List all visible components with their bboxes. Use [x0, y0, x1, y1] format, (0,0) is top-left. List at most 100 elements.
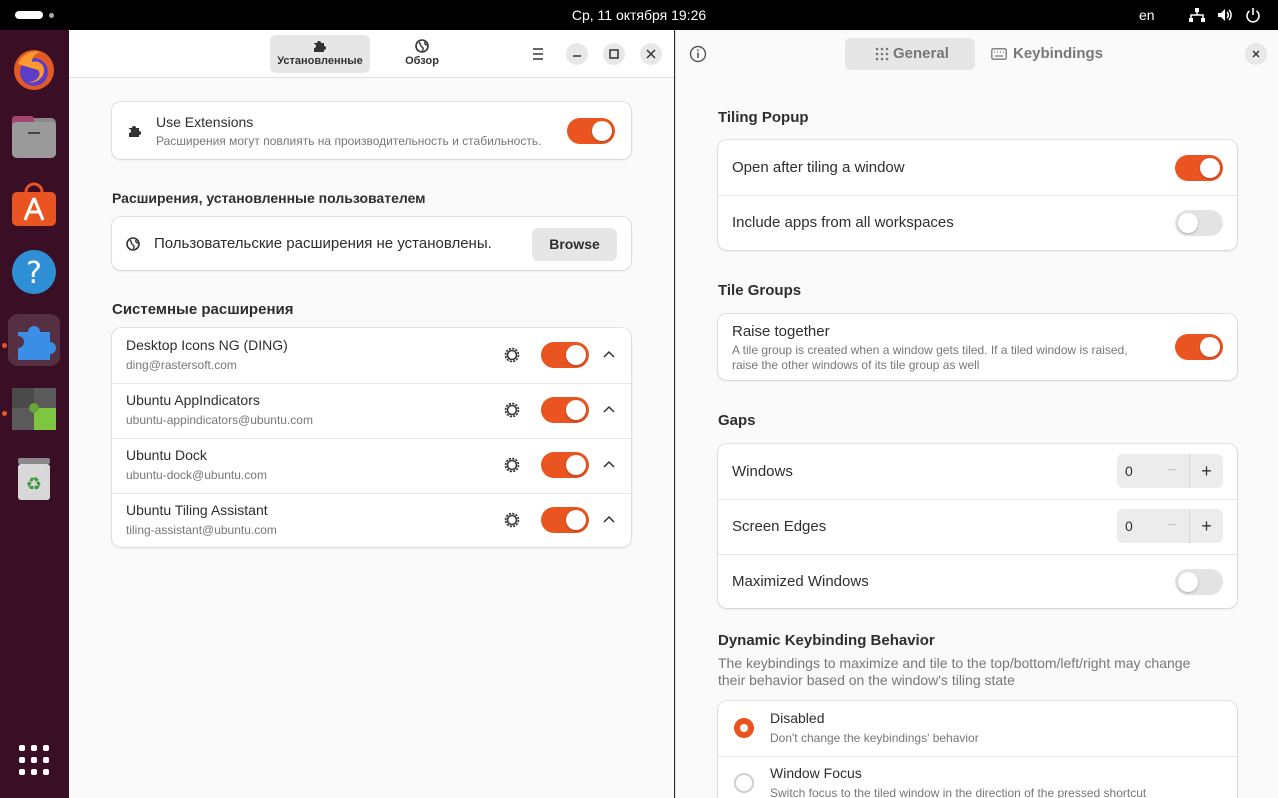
puzzle-icon — [129, 126, 141, 137]
row-separator — [718, 195, 1237, 196]
info-icon[interactable] — [689, 45, 707, 63]
toggle-knob — [566, 510, 586, 530]
windows-gap-decrement-button[interactable]: − — [1155, 454, 1189, 488]
option-window-focus-label: Window Focus — [770, 765, 862, 781]
trash-icon[interactable]: ♻ — [8, 452, 60, 504]
settings-gear-icon[interactable] — [502, 345, 522, 365]
gaps-heading: Gaps — [718, 412, 756, 429]
extension-id: ding@rastersoft.com — [126, 358, 237, 372]
tab-browse-label: Обзор — [405, 55, 439, 67]
extension-toggle[interactable] — [541, 397, 589, 423]
maximize-button[interactable] — [603, 43, 625, 65]
settings-gear-icon[interactable] — [502, 510, 522, 530]
screen-edges-gap-increment-button[interactable]: + — [1189, 509, 1223, 543]
close-button[interactable] — [1245, 43, 1267, 65]
option-disabled-description: Don't change the keybindings' behavior — [770, 731, 979, 745]
settings-gear-icon[interactable] — [502, 455, 522, 475]
close-icon — [646, 49, 656, 59]
main-menu-icon[interactable] — [527, 43, 549, 65]
raise-together-description-line2: raise the other windows of its tile grou… — [732, 358, 980, 372]
settings-gear-icon[interactable] — [502, 400, 522, 420]
raise-together-toggle[interactable] — [1175, 334, 1223, 360]
extension-toggle[interactable] — [541, 342, 589, 368]
chevron-up-icon[interactable] — [602, 458, 616, 472]
tab-keybindings-label: Keybindings — [1013, 45, 1104, 62]
maximized-windows-label: Maximized Windows — [732, 573, 869, 590]
tab-general[interactable]: General — [845, 38, 975, 70]
show-apps-grid-icon[interactable] — [17, 743, 51, 777]
puzzle-icon — [314, 41, 326, 52]
top-bar: Ср, 11 октября 19:26 en — [0, 0, 1278, 30]
extension-row-appindicators[interactable]: Ubuntu AppIndicators ubuntu-appindicator… — [112, 383, 631, 438]
tiling-assistant-preferences-window: General Keybindings Tiling Popup Open af… — [675, 30, 1278, 798]
grid-dots-icon — [875, 47, 889, 61]
clock[interactable]: Ср, 11 октября 19:26 — [572, 7, 706, 23]
close-button[interactable] — [640, 43, 662, 65]
dynamic-keybinding-description-line1: The keybindings to maximize and tile to … — [718, 655, 1191, 671]
power-icon[interactable] — [1244, 6, 1262, 24]
option-disabled-label: Disabled — [770, 710, 825, 726]
tab-keybindings[interactable]: Keybindings — [981, 38, 1106, 70]
dynamic-keybinding-description-line2: their behavior based on the window's til… — [718, 672, 1015, 688]
svg-text:?: ? — [26, 256, 42, 291]
firefox-icon[interactable] — [8, 42, 60, 94]
svg-text:♻: ♻ — [26, 474, 42, 495]
extensions-window: Установленные Обзор Use Extensions Расши… — [69, 30, 674, 798]
help-icon[interactable]: ? — [8, 246, 60, 298]
radio-window-focus[interactable] — [734, 773, 754, 793]
maximize-icon — [609, 49, 619, 59]
row-separator — [718, 554, 1237, 555]
include-all-workspaces-label: Include apps from all workspaces — [732, 214, 954, 231]
raise-together-label: Raise together — [732, 323, 830, 340]
tab-browse[interactable]: Обзор — [372, 35, 472, 73]
extension-name: Ubuntu Dock — [126, 447, 207, 463]
minimize-button[interactable] — [566, 43, 588, 65]
option-disabled-row[interactable]: Disabled Don't change the keybindings' b… — [718, 701, 1237, 756]
gaps-list: Windows 0 − + Screen Edges 0 − + Maximiz… — [718, 444, 1237, 608]
toggle-knob — [1178, 213, 1198, 233]
user-extensions-list: Пользовательские расширения не установле… — [112, 217, 631, 270]
extension-row-tiling-assistant[interactable]: Ubuntu Tiling Assistant tiling-assistant… — [112, 493, 631, 547]
radio-disabled[interactable] — [734, 718, 754, 738]
extensions-app-icon[interactable] — [8, 314, 60, 366]
header-bar: General Keybindings — [676, 30, 1278, 78]
screen-edges-gap-value[interactable]: 0 — [1125, 518, 1133, 534]
extension-toggle[interactable] — [541, 507, 589, 533]
activities-button[interactable] — [15, 11, 54, 19]
chevron-up-icon[interactable] — [602, 403, 616, 417]
screen-edges-gap-decrement-button[interactable]: − — [1155, 509, 1189, 543]
network-icon[interactable] — [1188, 6, 1206, 24]
extension-name: Ubuntu Tiling Assistant — [126, 502, 268, 518]
use-extensions-toggle[interactable] — [567, 118, 615, 144]
maximized-windows-toggle[interactable] — [1175, 569, 1223, 595]
option-window-focus-row[interactable]: Window Focus Switch focus to the tiled w… — [718, 756, 1237, 798]
toggle-knob — [1178, 572, 1198, 592]
browse-button[interactable]: Browse — [532, 228, 617, 261]
extension-manager-icon[interactable] — [8, 382, 60, 434]
app-center-icon[interactable] — [8, 178, 60, 230]
keyboard-layout-indicator[interactable]: en — [1139, 7, 1155, 23]
include-all-workspaces-toggle[interactable] — [1175, 210, 1223, 236]
files-icon[interactable] — [8, 110, 60, 162]
keyboard-icon — [991, 48, 1007, 60]
running-indicator — [2, 343, 7, 348]
tab-installed[interactable]: Установленные — [270, 35, 370, 73]
chevron-up-icon[interactable] — [602, 513, 616, 527]
extension-name: Ubuntu AppIndicators — [126, 392, 260, 408]
volume-icon[interactable] — [1216, 6, 1234, 24]
system-extensions-heading: Системные расширения — [112, 301, 294, 318]
close-icon — [1252, 50, 1260, 58]
no-user-extensions-text: Пользовательские расширения не установле… — [154, 235, 492, 252]
open-after-tiling-toggle[interactable] — [1175, 155, 1223, 181]
extension-id: ubuntu-appindicators@ubuntu.com — [126, 413, 313, 427]
extension-row-dock[interactable]: Ubuntu Dock ubuntu-dock@ubuntu.com — [112, 438, 631, 493]
extension-toggle[interactable] — [541, 452, 589, 478]
windows-gap-label: Windows — [732, 463, 793, 480]
windows-gap-value[interactable]: 0 — [1125, 463, 1133, 479]
extension-row-ding[interactable]: Desktop Icons NG (DING) ding@rastersoft.… — [112, 328, 631, 383]
tab-general-label: General — [893, 45, 949, 62]
chevron-up-icon[interactable] — [602, 348, 616, 362]
toggle-knob — [1200, 337, 1220, 357]
raise-together-description-line1: A tile group is created when a window ge… — [732, 343, 1128, 357]
windows-gap-increment-button[interactable]: + — [1189, 454, 1223, 488]
